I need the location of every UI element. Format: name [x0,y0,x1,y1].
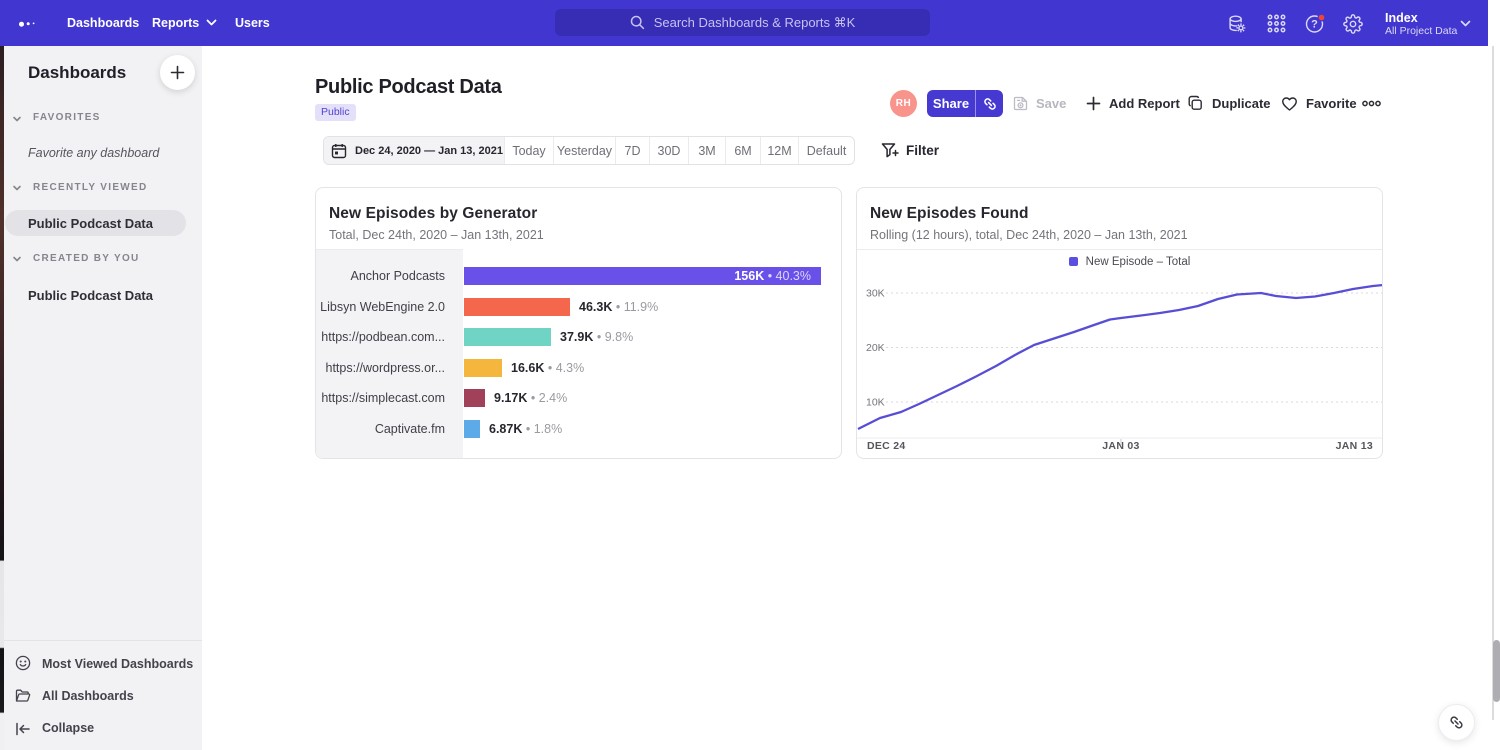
svg-text:20K: 20K [866,342,885,354]
svg-text:10K: 10K [866,397,885,409]
svg-text:DEC 24: DEC 24 [867,440,906,452]
svg-text:JAN 13: JAN 13 [1336,440,1373,452]
svg-text:JAN 03: JAN 03 [1102,440,1139,452]
svg-text:30K: 30K [866,288,885,300]
svg-text:?: ? [1311,19,1318,31]
